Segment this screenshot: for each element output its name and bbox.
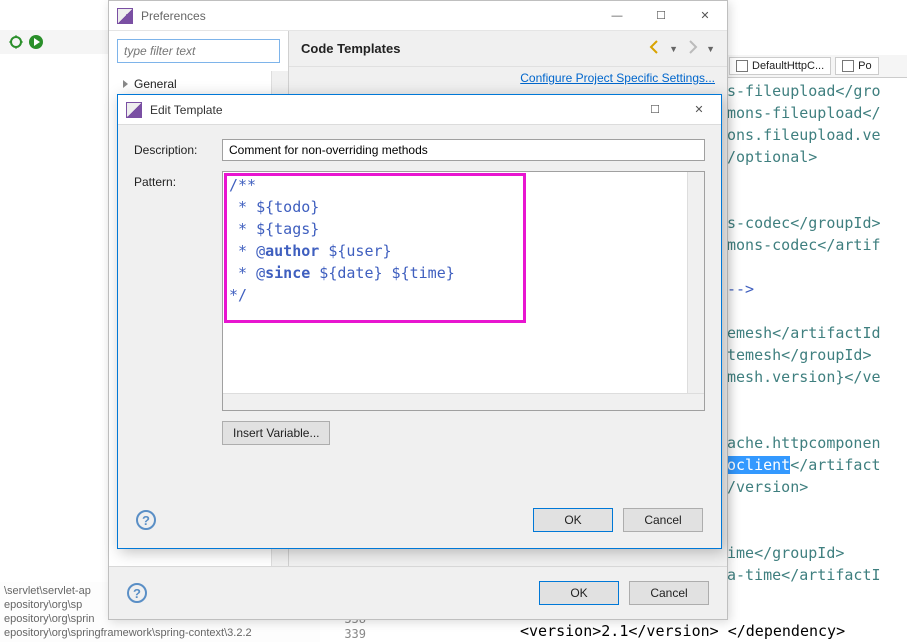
ok-button[interactable]: OK [539,581,619,605]
cancel-button[interactable]: Cancel [629,581,709,605]
maximize-button[interactable]: ☐ [633,96,677,124]
dropdown-icon[interactable]: ▼ [706,44,715,54]
edit-template-dialog: Edit Template ☐ ✕ Description: Pattern: … [117,94,722,549]
nav-forward-icon[interactable] [684,39,700,58]
cancel-button[interactable]: Cancel [623,508,703,532]
pattern-editor[interactable]: /** * ${todo} * ${tags} * @author ${user… [222,171,705,411]
file-icon [736,60,748,72]
help-icon[interactable]: ? [136,510,156,530]
edit-template-titlebar: Edit Template ☐ ✕ [118,95,721,125]
chevron-right-icon [123,80,128,88]
debug-icon[interactable] [8,34,24,50]
minimize-button[interactable]: — [595,2,639,30]
maximize-button[interactable]: ☐ [639,2,683,30]
nav-back-icon[interactable] [647,39,663,58]
pattern-text[interactable]: /** * ${todo} * ${tags} * @author ${user… [223,172,704,410]
background-code: s-fileupload</gro mons-fileupload</ ons.… [727,80,907,586]
edit-template-title: Edit Template [150,103,633,117]
close-button[interactable]: ✕ [683,2,727,30]
eclipse-icon [126,102,142,118]
help-icon[interactable]: ? [127,583,147,603]
tab-label: DefaultHttpC... [752,60,824,72]
editor-tab[interactable]: DefaultHttpC... [729,57,831,75]
description-label: Description: [134,139,214,161]
horizontal-scrollbar[interactable] [223,393,704,410]
description-input[interactable] [222,139,705,161]
file-icon [842,60,854,72]
insert-variable-button[interactable]: Insert Variable... [222,421,330,445]
tree-item-label: General [134,77,177,91]
vertical-scrollbar[interactable] [687,172,704,393]
pattern-label: Pattern: [134,171,214,411]
preferences-titlebar: Preferences — ☐ ✕ [109,1,727,31]
filter-input[interactable] [117,39,280,63]
editor-tab[interactable]: Po [835,57,878,75]
page-title: Code Templates [301,41,647,56]
ide-toolbar [0,30,110,54]
eclipse-icon [117,8,133,24]
tree-item-general[interactable]: General [109,75,271,93]
editor-tabs: DefaultHttpC... Po [727,55,907,78]
dropdown-icon[interactable]: ▼ [669,44,678,54]
tab-label: Po [858,60,871,72]
configure-project-link[interactable]: Configure Project Specific Settings... [520,71,715,85]
ok-button[interactable]: OK [533,508,613,532]
run-icon[interactable] [28,34,44,50]
close-button[interactable]: ✕ [677,96,721,124]
preferences-title: Preferences [141,9,595,23]
background-xml-bottom: <version>2.1</version> </dependency> [520,620,845,642]
